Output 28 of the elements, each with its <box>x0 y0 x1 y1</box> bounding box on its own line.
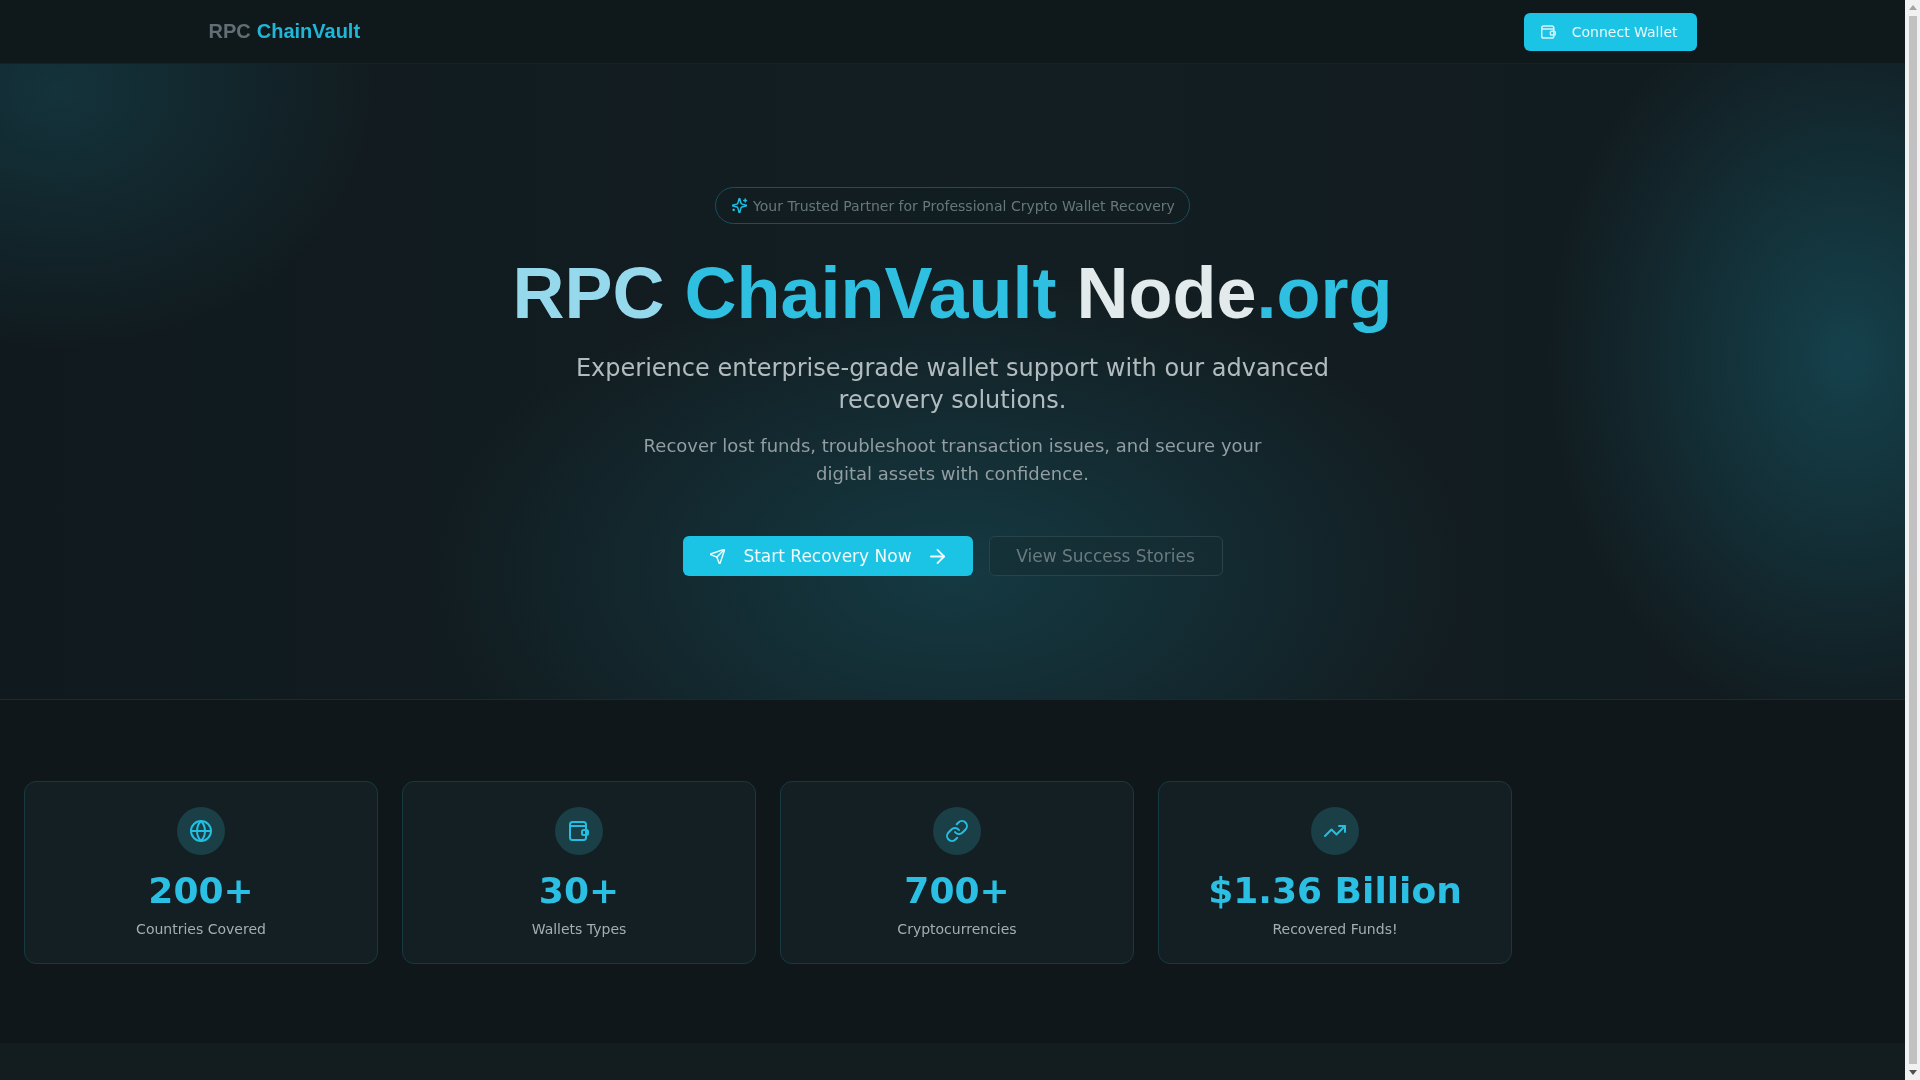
stat-label: Cryptocurrencies <box>897 920 1017 939</box>
hero-title: RPC ChainVault Node.org <box>512 254 1393 332</box>
stat-label: Countries Covered <box>136 920 266 939</box>
paper-plane-icon <box>710 548 726 564</box>
stat-value: 200+ <box>148 871 254 911</box>
connect-wallet-button[interactable]: Connect Wallet <box>1523 12 1697 51</box>
success-stories-button[interactable]: View Success Stories <box>988 536 1223 576</box>
stat-value: 30+ <box>538 871 620 911</box>
hero-subtitle: Experience enterprise-grade wallet support with our advanced recovery solutions. <box>574 353 1331 416</box>
stat-value: 700+ <box>904 871 1010 911</box>
chain-link-icon <box>933 807 981 855</box>
stat-label: Wallets Types <box>531 920 627 939</box>
stat-value: $1.36 Billion <box>1208 871 1462 911</box>
logo-text: RPC ChainVault <box>208 20 361 43</box>
scroll-up-icon <box>1908 5 1917 10</box>
scrollbar[interactable] <box>1905 0 1920 1080</box>
wallet-icon <box>555 807 603 855</box>
sparkle-icon <box>732 198 748 213</box>
scrollbar-thumb[interactable] <box>1908 16 1917 1064</box>
stat-label: Recovered Funds! <box>1272 920 1398 939</box>
arrow-right-icon <box>929 548 945 564</box>
hero-description: Recover lost funds, troubleshoot transaction issues, and secure your digital assets with confidence. <box>642 434 1263 486</box>
trending-up-icon <box>1311 807 1359 855</box>
tagline-text: Your Trusted Partner for Professional Crypto Wallet Recovery <box>753 197 1175 214</box>
wallet-icon <box>1540 24 1556 39</box>
scroll-down-icon <box>1908 1070 1917 1075</box>
start-recovery-button[interactable]: Start Recovery Now <box>682 536 973 576</box>
globe-icon <box>177 807 225 855</box>
